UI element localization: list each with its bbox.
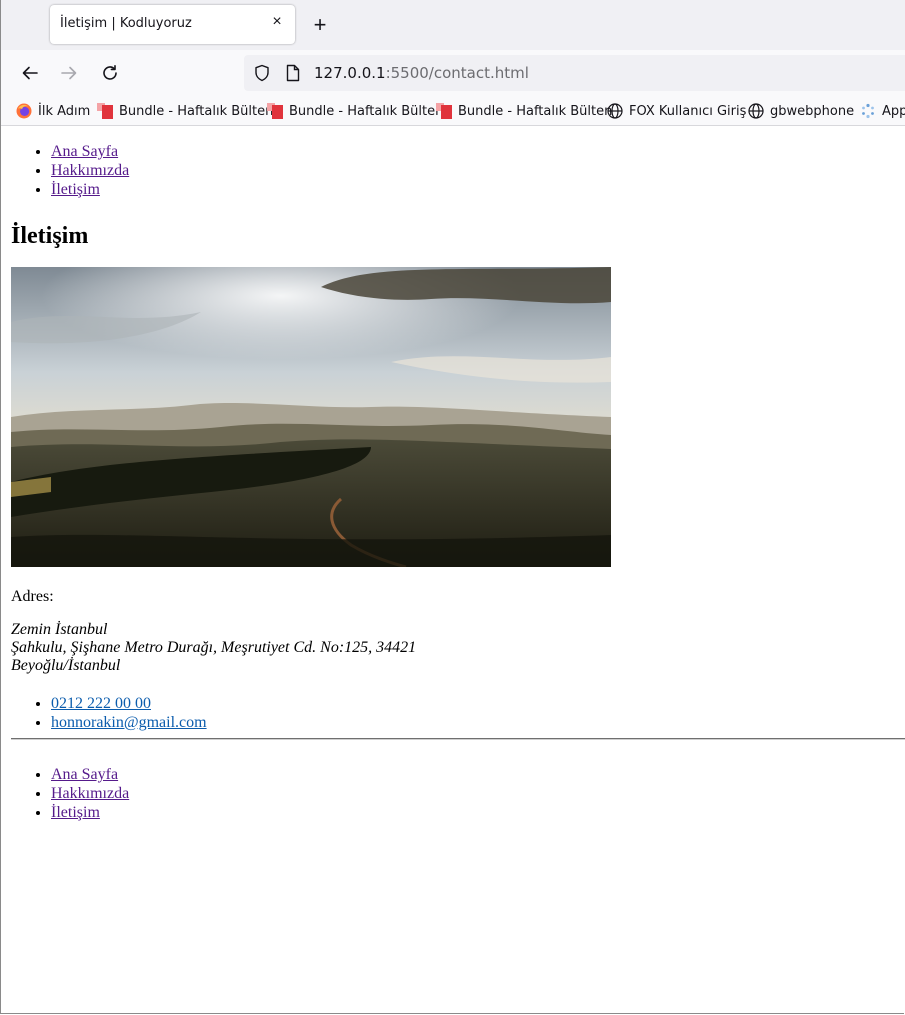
bookmark-app[interactable]: App (860, 102, 905, 120)
footer-link-contact[interactable]: İletişim (51, 804, 100, 821)
url-text[interactable]: 127.0.0.1:5500/contact.html (314, 64, 529, 82)
page-icon (286, 64, 300, 82)
bookmark-label: Bundle - Haftalık Bülten (458, 103, 613, 119)
close-tab-icon[interactable]: × (269, 14, 285, 30)
bookmarks-toolbar: İlk Adım Bundle - Haftalık Bülten Bundle… (0, 95, 905, 126)
back-arrow-icon (22, 66, 38, 80)
bookmark-gbwebphone[interactable]: gbwebphone (748, 102, 854, 120)
bundle-icon (267, 103, 283, 119)
firefox-icon (16, 103, 32, 119)
nav-item-about: Hakkımızda (51, 161, 905, 180)
footer-item-about: Hakkımızda (51, 784, 129, 803)
contact-list: 0212 222 00 00 honnorakin@gmail.com (11, 694, 207, 732)
bookmark-ilk-adim[interactable]: İlk Adım (16, 102, 90, 120)
nav-link-contact[interactable]: İletişim (51, 181, 100, 198)
address-label: Adres: (11, 588, 54, 605)
page-title: İletişim (11, 223, 89, 249)
forward-button[interactable] (57, 61, 81, 85)
tab-strip: İletişim | Kodluyoruz × + (0, 0, 905, 50)
address: Zemin İstanbul Şahkulu, Şişhane Metro Du… (11, 621, 416, 675)
footer-link-home[interactable]: Ana Sayfa (51, 766, 118, 783)
reload-button[interactable] (98, 61, 122, 85)
tab-title: İletişim | Kodluyoruz (60, 16, 192, 31)
email-link[interactable]: honnorakin@gmail.com (51, 714, 207, 731)
url-host: 127.0.0.1 (314, 64, 386, 82)
bookmark-bundle-2[interactable]: Bundle - Haftalık Bülten (267, 102, 443, 120)
new-tab-button[interactable]: + (310, 14, 330, 36)
address-line: Beyoğlu/İstanbul (11, 657, 121, 674)
back-button[interactable] (18, 61, 42, 85)
tab-contact[interactable]: İletişim | Kodluyoruz × (50, 5, 295, 44)
apps-icon (862, 103, 874, 119)
nav-item-home: Ana Sayfa (51, 142, 905, 161)
forward-arrow-icon (61, 66, 77, 80)
globe-icon (748, 103, 764, 119)
bookmark-label: FOX Kullanıcı Giriş (629, 103, 747, 119)
bookmark-label: Bundle - Haftalık Bülten (119, 103, 274, 119)
url-bar[interactable]: 127.0.0.1:5500/contact.html (244, 55, 905, 91)
bundle-icon (97, 103, 113, 119)
url-path: :5500/contact.html (385, 64, 529, 82)
footer-link-about[interactable]: Hakkımızda (51, 785, 129, 802)
phone-link[interactable]: 0212 222 00 00 (51, 695, 151, 712)
bookmark-label: App (882, 103, 905, 119)
address-line: Zemin İstanbul (11, 621, 108, 638)
bookmark-label: gbwebphone (770, 103, 855, 119)
landscape-image (11, 267, 611, 567)
page-content: Ana Sayfa Hakkımızda İletişim İletişim (11, 126, 905, 821)
reload-icon (103, 65, 117, 80)
nav-link-home[interactable]: Ana Sayfa (51, 143, 118, 160)
globe-icon (607, 103, 623, 119)
navigation-toolbar: 127.0.0.1:5500/contact.html (0, 50, 905, 95)
shield-icon[interactable] (253, 64, 271, 82)
address-line: Şahkulu, Şişhane Metro Durağı, Meşrutiye… (11, 639, 417, 656)
divider (11, 738, 905, 740)
footer-item-contact: İletişim (51, 803, 129, 822)
bookmark-label: İlk Adım (38, 103, 91, 119)
nav-item-contact: İletişim (51, 180, 905, 199)
bundle-icon (436, 103, 452, 119)
bookmark-fox[interactable]: FOX Kullanıcı Giriş (607, 102, 746, 120)
contact-item-phone: 0212 222 00 00 (51, 694, 207, 713)
nav-link-about[interactable]: Hakkımızda (51, 162, 129, 179)
bookmark-bundle-1[interactable]: Bundle - Haftalık Bülten (97, 102, 273, 120)
contact-item-email: honnorakin@gmail.com (51, 713, 207, 732)
bookmark-label: Bundle - Haftalık Bülten (289, 103, 444, 119)
bookmark-bundle-3[interactable]: Bundle - Haftalık Bülten (436, 102, 612, 120)
footer-item-home: Ana Sayfa (51, 765, 129, 784)
footer-nav: Ana Sayfa Hakkımızda İletişim (11, 765, 129, 822)
main-nav: Ana Sayfa Hakkımızda İletişim (11, 142, 905, 199)
